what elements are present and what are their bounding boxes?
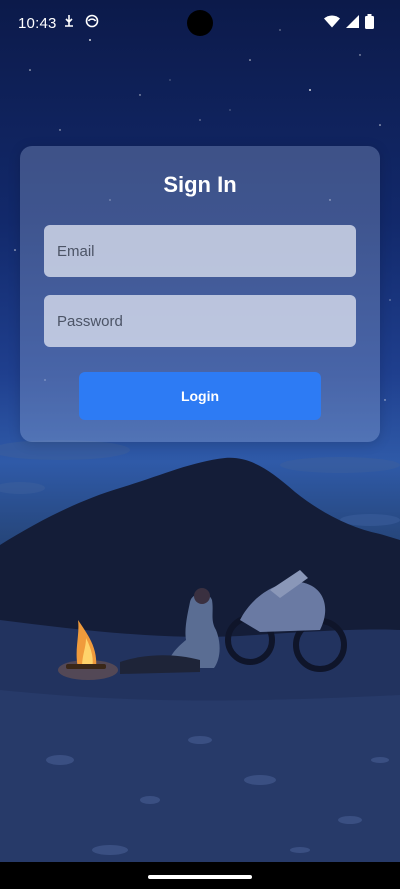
status-bar: 10:43 [0,0,400,48]
cell-signal-icon [346,15,359,33]
sign-in-card: Sign In Login [20,146,380,442]
email-input[interactable] [55,241,345,261]
sign-in-title: Sign In [163,172,237,197]
front-camera-cutout [187,10,213,36]
home-gesture-handle[interactable] [148,875,252,879]
password-input[interactable] [55,311,345,331]
status-right-icons [324,14,374,34]
status-left-icons [63,14,99,33]
email-field[interactable] [44,225,356,277]
usb-debug-icon [63,14,75,33]
gesture-navigation-bar [0,862,400,889]
app-notification-icon [85,14,99,33]
battery-icon [365,14,374,34]
password-field[interactable] [44,295,356,347]
wifi-icon [324,15,340,33]
app-screen: 10:43 Sign In Email Login [0,0,400,889]
login-button[interactable]: Login [79,372,321,420]
background-night-scene-image [0,29,400,889]
status-time: 10:43 [18,15,57,32]
